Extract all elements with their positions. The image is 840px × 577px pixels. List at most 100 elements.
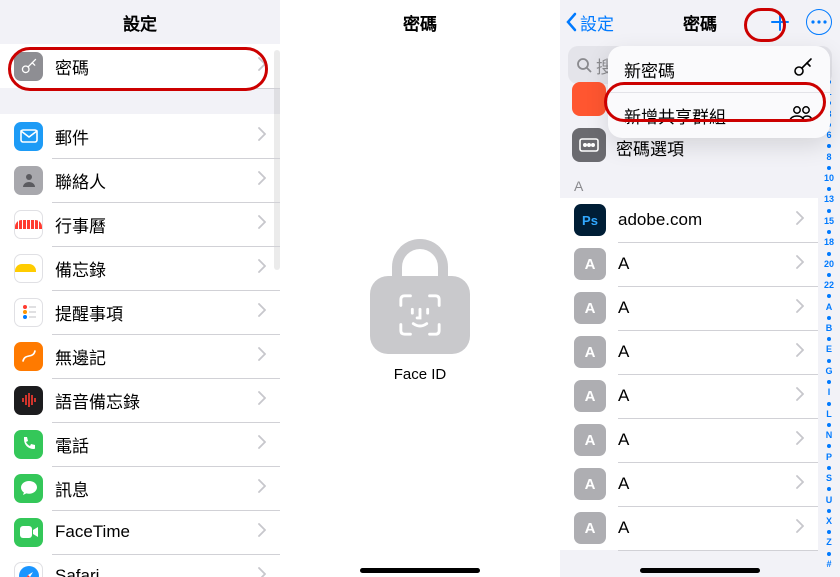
index-char[interactable] bbox=[827, 144, 831, 148]
index-char[interactable]: B bbox=[826, 324, 833, 333]
back-label: 設定 bbox=[580, 10, 614, 35]
index-char[interactable]: Z bbox=[826, 538, 832, 547]
facetime-icon bbox=[14, 518, 43, 547]
more-button[interactable] bbox=[806, 9, 832, 35]
index-char[interactable] bbox=[827, 316, 831, 320]
menu-item-new-shared-group[interactable]: 新增共享群組 bbox=[608, 92, 830, 138]
index-char[interactable] bbox=[827, 444, 831, 448]
index-char[interactable] bbox=[827, 487, 831, 491]
menu-item-new-password[interactable]: 新密碼 bbox=[608, 46, 830, 92]
index-bar[interactable]: 1368101315182022ABEGILNPSUXZ# bbox=[820, 80, 838, 569]
settings-row-label: Safari bbox=[55, 566, 258, 577]
index-char[interactable]: L bbox=[826, 410, 832, 419]
add-button[interactable] bbox=[766, 8, 794, 36]
chevron-right-icon bbox=[258, 303, 266, 322]
index-char[interactable]: 13 bbox=[824, 195, 834, 204]
chevron-right-icon bbox=[796, 255, 804, 274]
password-row[interactable]: AA bbox=[560, 242, 818, 286]
chevron-right-icon bbox=[258, 57, 266, 76]
settings-row-label: 電話 bbox=[55, 432, 258, 457]
section-header-A: A bbox=[574, 178, 583, 194]
settings-row-label: 郵件 bbox=[55, 124, 258, 149]
index-char[interactable]: E bbox=[826, 345, 832, 354]
passwords-locked-panel: 密碼 Face ID bbox=[280, 0, 560, 577]
settings-row-reminders[interactable]: 提醒事項 bbox=[0, 290, 280, 334]
password-row[interactable]: AA bbox=[560, 506, 818, 550]
settings-row-label: 密碼 bbox=[55, 54, 258, 79]
index-char[interactable] bbox=[827, 423, 831, 427]
mail-icon bbox=[14, 122, 43, 151]
index-char[interactable] bbox=[827, 294, 831, 298]
index-char[interactable]: I bbox=[828, 388, 831, 397]
chevron-right-icon bbox=[258, 567, 266, 577]
site-icon: Ps bbox=[574, 204, 606, 236]
home-indicator[interactable] bbox=[640, 568, 760, 573]
index-char[interactable] bbox=[827, 187, 831, 191]
home-indicator[interactable] bbox=[360, 568, 480, 573]
passwords-title: 密碼 bbox=[403, 10, 437, 35]
chevron-right-icon bbox=[796, 431, 804, 450]
index-char[interactable] bbox=[827, 402, 831, 406]
password-row[interactable]: AA bbox=[560, 374, 818, 418]
voice-icon bbox=[14, 386, 43, 415]
index-char[interactable]: G bbox=[825, 367, 832, 376]
password-options-label[interactable]: 密碼選項 bbox=[616, 135, 684, 160]
faceid-icon bbox=[397, 292, 443, 338]
index-char[interactable]: X bbox=[826, 517, 832, 526]
chevron-right-icon bbox=[796, 211, 804, 230]
chevron-right-icon bbox=[796, 387, 804, 406]
index-char[interactable] bbox=[827, 230, 831, 234]
password-row[interactable]: AA bbox=[560, 286, 818, 330]
index-char[interactable]: # bbox=[826, 560, 831, 569]
settings-row-contacts[interactable]: 聯絡人 bbox=[0, 158, 280, 202]
freeform-icon bbox=[14, 342, 43, 371]
index-char[interactable]: S bbox=[826, 474, 832, 483]
password-row[interactable]: AA bbox=[560, 462, 818, 506]
index-char[interactable] bbox=[827, 166, 831, 170]
settings-list-panel: 設定 密碼郵件聯絡人行事曆備忘錄提醒事項無邊記語音備忘錄電話訊息FaceTime… bbox=[0, 0, 280, 577]
index-char[interactable]: U bbox=[826, 496, 833, 505]
settings-row-phone[interactable]: 電話 bbox=[0, 422, 280, 466]
password-row[interactable]: AA bbox=[560, 330, 818, 374]
safari-icon bbox=[14, 562, 43, 577]
index-char[interactable]: A bbox=[826, 303, 833, 312]
settings-row-calendar[interactable]: 行事曆 bbox=[0, 202, 280, 246]
index-char[interactable]: 10 bbox=[824, 174, 834, 183]
settings-row-facetime[interactable]: FaceTime bbox=[0, 510, 280, 554]
index-char[interactable] bbox=[827, 466, 831, 470]
chevron-right-icon bbox=[796, 299, 804, 318]
index-char[interactable] bbox=[827, 273, 831, 277]
passwords-header: 密碼 bbox=[280, 0, 560, 44]
settings-row-label: 提醒事項 bbox=[55, 300, 258, 325]
faceid-lock[interactable]: Face ID bbox=[280, 44, 560, 577]
settings-header: 設定 bbox=[0, 0, 280, 44]
index-char[interactable] bbox=[827, 359, 831, 363]
index-char[interactable]: N bbox=[826, 431, 833, 440]
settings-row-messages[interactable]: 訊息 bbox=[0, 466, 280, 510]
settings-row-freeform[interactable]: 無邊記 bbox=[0, 334, 280, 378]
contacts-icon bbox=[14, 166, 43, 195]
index-char[interactable] bbox=[827, 509, 831, 513]
settings-row-safari[interactable]: Safari bbox=[0, 554, 280, 577]
password-options-icon bbox=[572, 128, 606, 162]
index-char[interactable]: P bbox=[826, 453, 832, 462]
settings-row-voice[interactable]: 語音備忘錄 bbox=[0, 378, 280, 422]
index-char[interactable]: 20 bbox=[824, 260, 834, 269]
index-char[interactable]: 22 bbox=[824, 281, 834, 290]
settings-row-notes[interactable]: 備忘錄 bbox=[0, 246, 280, 290]
index-char[interactable]: 8 bbox=[826, 153, 831, 162]
passwords-list-title: 密碼 bbox=[683, 10, 717, 35]
settings-row-mail[interactable]: 郵件 bbox=[0, 114, 280, 158]
index-char[interactable] bbox=[827, 552, 831, 556]
index-char[interactable] bbox=[827, 380, 831, 384]
settings-row-key[interactable]: 密碼 bbox=[0, 44, 280, 88]
password-row[interactable]: AA bbox=[560, 418, 818, 462]
index-char[interactable] bbox=[827, 209, 831, 213]
password-row[interactable]: Psadobe.com bbox=[560, 198, 818, 242]
index-char[interactable]: 15 bbox=[824, 217, 834, 226]
back-button[interactable]: 設定 bbox=[566, 0, 614, 44]
index-char[interactable]: 18 bbox=[824, 238, 834, 247]
index-char[interactable] bbox=[827, 337, 831, 341]
index-char[interactable] bbox=[827, 530, 831, 534]
index-char[interactable] bbox=[827, 252, 831, 256]
